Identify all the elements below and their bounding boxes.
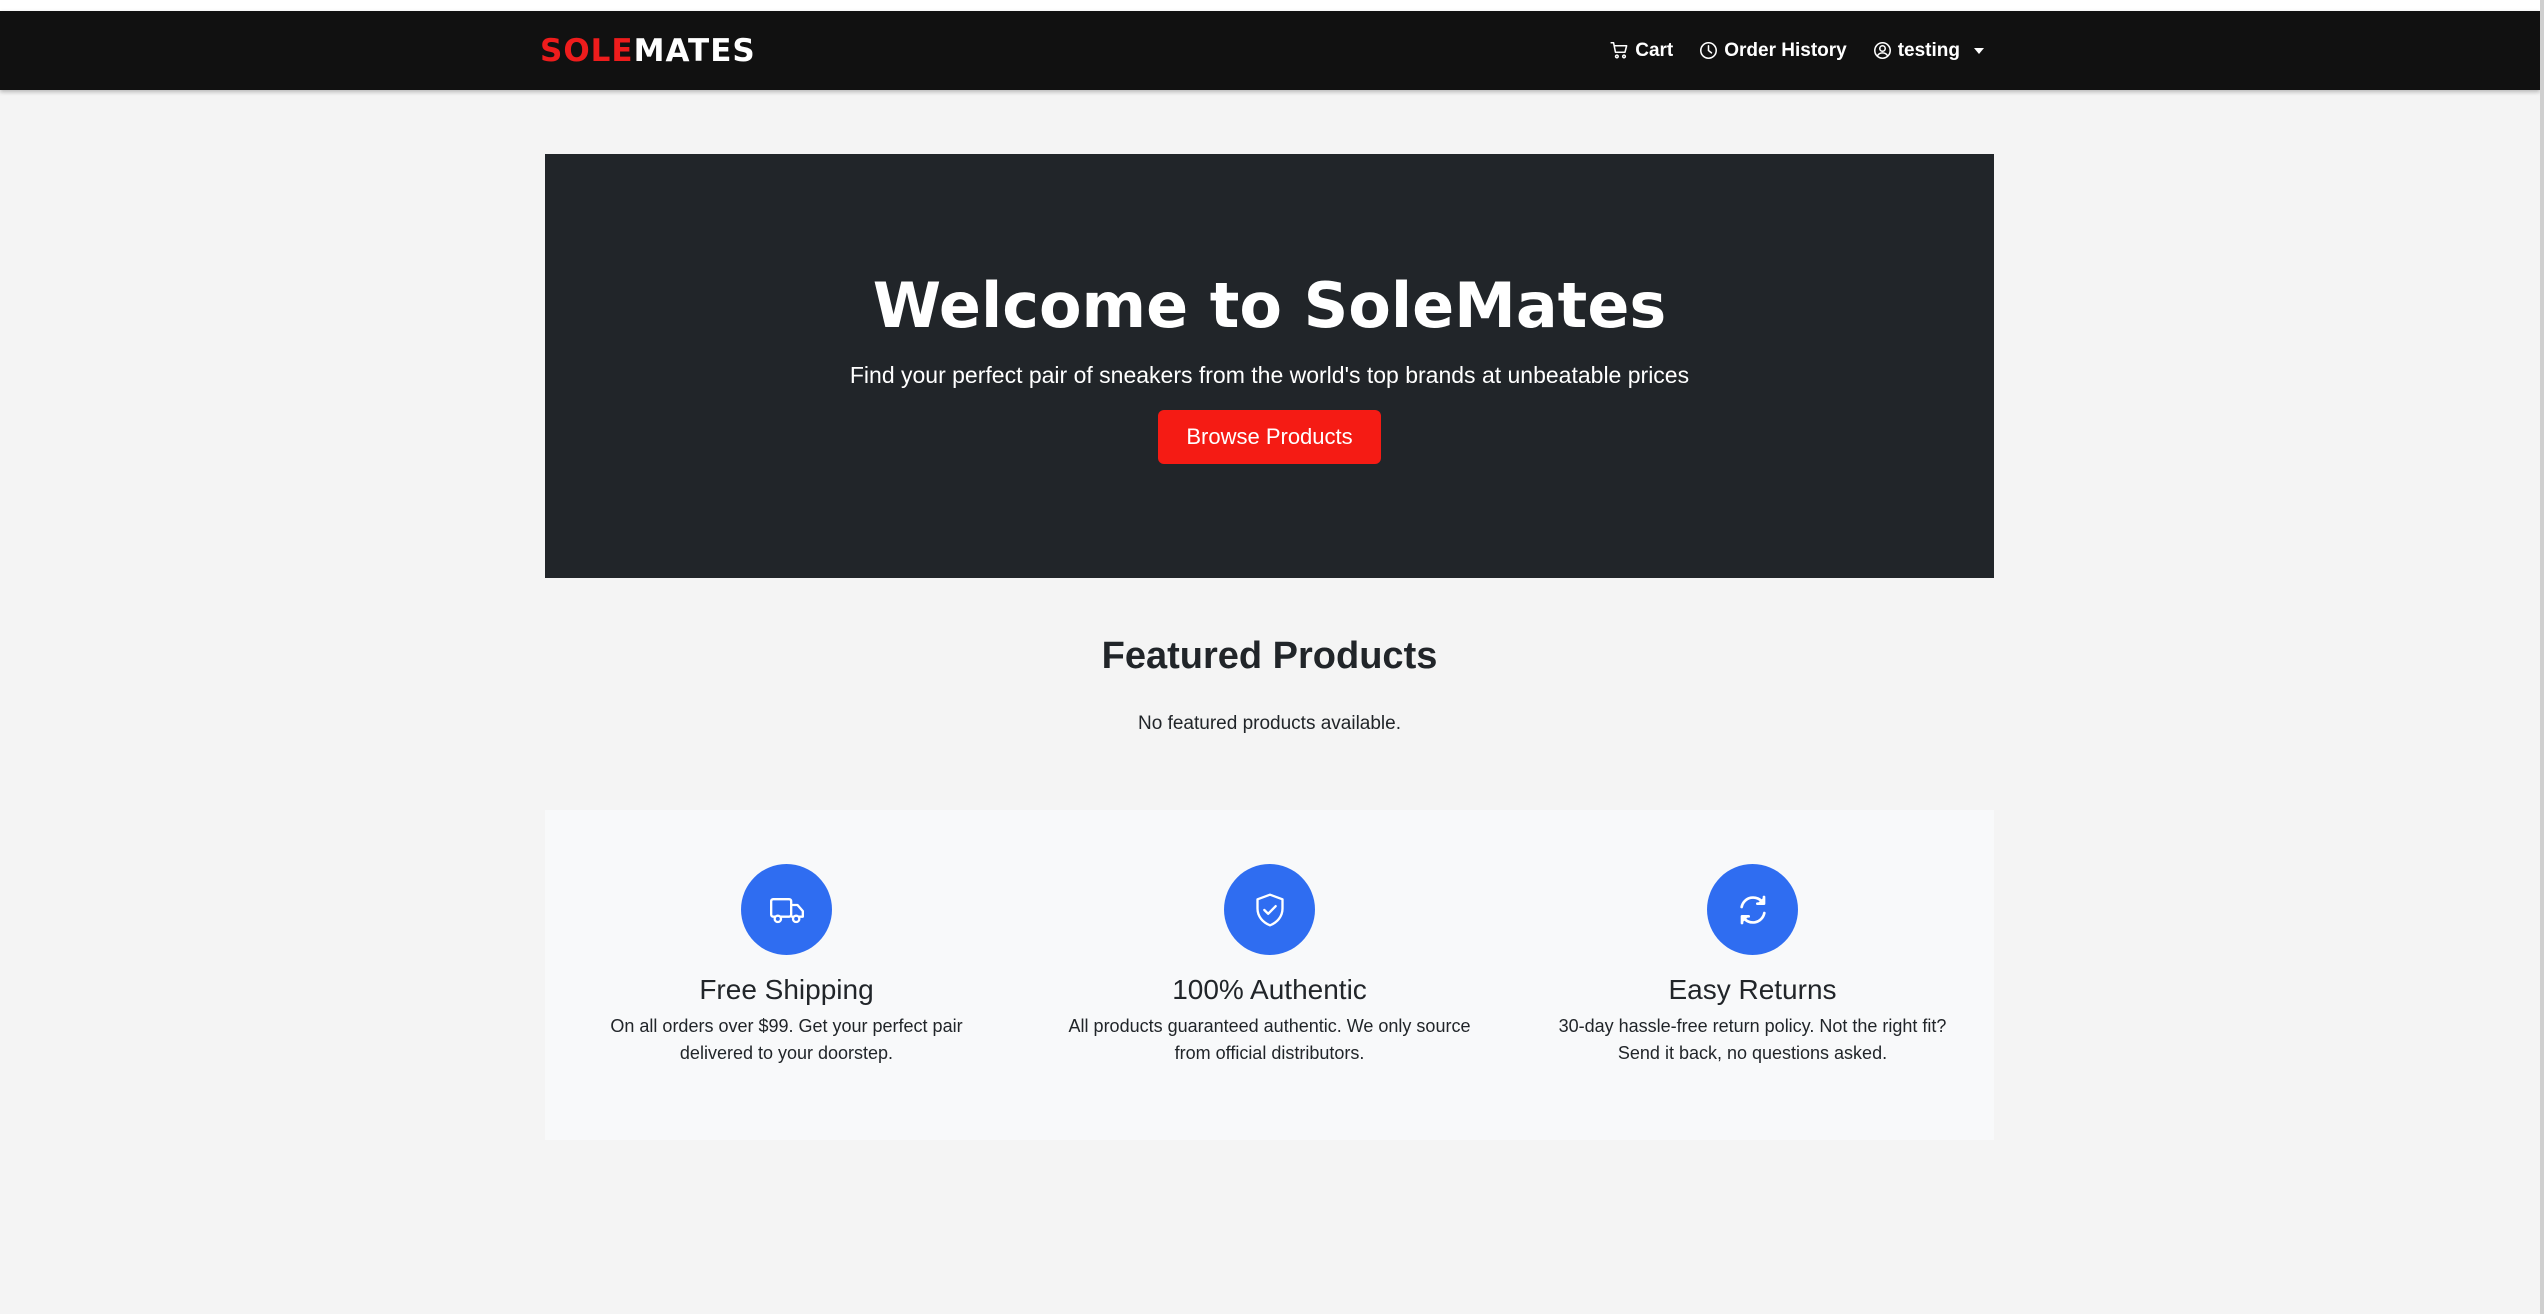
- refresh-icon: [1739, 895, 1766, 924]
- brand-logo[interactable]: SOLE MATES: [540, 33, 756, 69]
- navbar: SOLE MATES Cart Order History testing: [0, 11, 2540, 90]
- browser-top-strip: [0, 0, 2544, 11]
- window-scrollbar-edge: [2540, 0, 2544, 1314]
- truck-icon: [769, 897, 804, 923]
- nav-user-dropdown[interactable]: testing: [1873, 40, 1984, 62]
- feature-description: On all orders over $99. Get your perfect…: [610, 1016, 963, 1063]
- featured-empty-message: No featured products available.: [1138, 713, 1401, 734]
- feature-title: Easy Returns: [1668, 974, 1837, 1005]
- caret-down-icon: [1974, 47, 1984, 54]
- feature-authentic: 100% Authentic All products guaranteed a…: [1028, 810, 1511, 1140]
- feature-title: Free Shipping: [699, 974, 874, 1005]
- user-circle-icon: [1873, 42, 1891, 59]
- browse-products-button[interactable]: Browse Products: [1158, 410, 1381, 464]
- feature-description: All products guaranteed authentic. We on…: [1068, 1016, 1471, 1063]
- featured-products-heading: Featured Products: [1101, 635, 1438, 677]
- shield-check-icon: [1255, 893, 1284, 926]
- feature-easy-returns: Easy Returns 30-day hassle-free return p…: [1511, 810, 1994, 1140]
- hero-subtitle: Find your perfect pair of sneakers from …: [849, 362, 1690, 388]
- nav-cart-label: Cart: [1635, 39, 1674, 61]
- cart-icon: [1610, 42, 1628, 59]
- feature-icon-circle: [741, 864, 832, 955]
- feature-free-shipping: Free Shipping On all orders over $99. Ge…: [545, 810, 1028, 1140]
- features-section: Free Shipping On all orders over $99. Ge…: [545, 810, 1994, 1140]
- feature-icon-circle: [1707, 864, 1798, 955]
- hero-title: Welcome to SoleMates: [872, 269, 1667, 342]
- feature-icon-circle: [1224, 864, 1315, 955]
- feature-description: 30-day hassle-free return policy. Not th…: [1558, 1016, 1947, 1063]
- nav-user-label: testing: [1897, 39, 1960, 61]
- nav-order-history-label: Order History: [1724, 39, 1847, 61]
- nav-order-history-link[interactable]: Order History: [1699, 39, 1847, 62]
- clock-icon: [1700, 42, 1718, 59]
- brand-logo-sole: SOLE: [540, 33, 634, 69]
- nav-cart-link[interactable]: Cart: [1610, 40, 1673, 62]
- brand-logo-mates: MATES: [633, 33, 756, 69]
- feature-title: 100% Authentic: [1172, 974, 1367, 1005]
- nav-links: Cart Order History testing: [1610, 11, 1984, 90]
- hero-banner: Welcome to SoleMates Find your perfect p…: [545, 154, 1994, 578]
